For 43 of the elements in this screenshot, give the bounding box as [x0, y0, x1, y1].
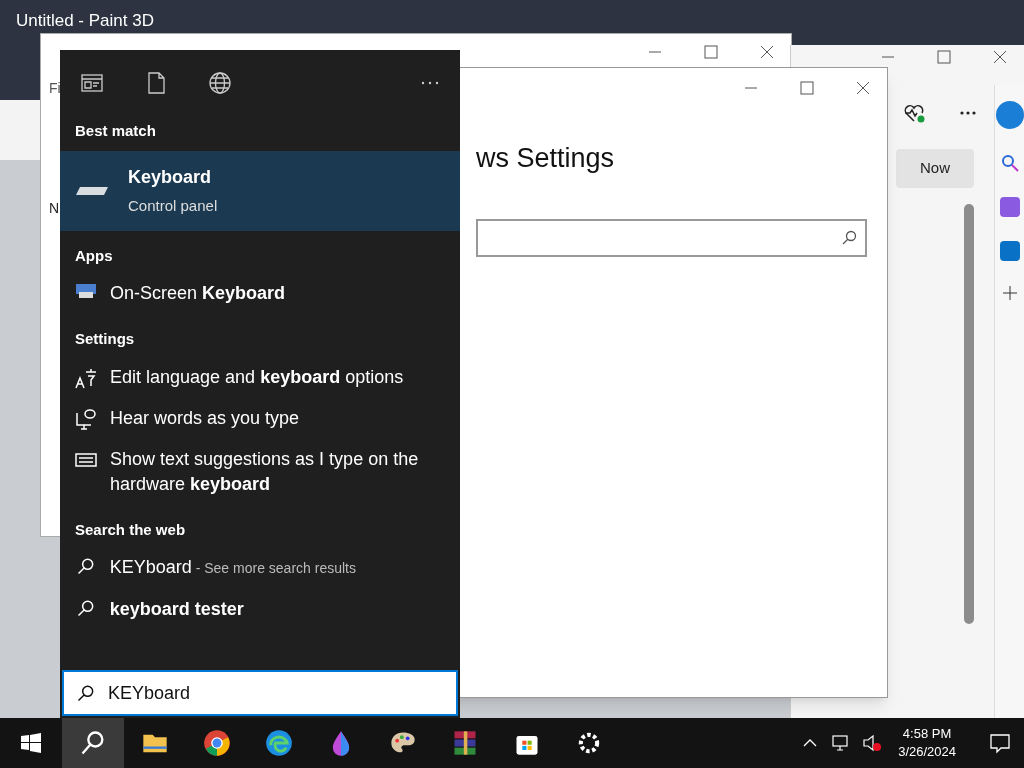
search-icon	[76, 683, 96, 703]
network-icon[interactable]	[830, 733, 851, 753]
close-icon[interactable]	[992, 49, 1008, 65]
section-header: Apps	[74, 245, 114, 266]
section-header: Settings	[74, 329, 136, 349]
taskbar-button[interactable]	[62, 718, 124, 768]
globe-icon[interactable]	[208, 71, 232, 95]
close-icon[interactable]	[855, 80, 871, 96]
browser-logo-icon[interactable]	[203, 729, 231, 757]
result-title: Keyboard	[128, 165, 213, 189]
close-icon[interactable]	[759, 44, 775, 60]
section-header: Best match	[74, 121, 157, 141]
wave-logo-icon[interactable]	[265, 729, 293, 757]
result-item[interactable]: Show text suggestions as I type on the hardware keyboard	[60, 438, 460, 505]
column-header: N	[49, 199, 60, 218]
page-heading: ws Settings	[476, 142, 616, 175]
section-header: Search the web	[74, 519, 187, 540]
menu-label: Fi	[49, 79, 61, 98]
search-icon	[75, 556, 96, 576]
notification-icon[interactable]	[988, 731, 1012, 755]
plus-icon[interactable]	[1001, 285, 1018, 301]
clock-date[interactable]: 3/26/2024	[898, 743, 956, 761]
scrollbar[interactable]	[964, 203, 974, 624]
search-icon	[75, 598, 96, 618]
window-icon[interactable]	[80, 71, 104, 95]
search-text: KEYboard	[108, 681, 191, 705]
search-field[interactable]	[476, 218, 867, 257]
search-field[interactable]: KEYboard	[62, 670, 458, 716]
monitor-speech-icon	[74, 406, 98, 431]
magnifier-icon[interactable]	[999, 153, 1020, 173]
result-item[interactable]: Hear words as you type	[60, 397, 460, 439]
now-button[interactable]: Now	[896, 149, 974, 188]
clock-time[interactable]: 4:58 PM	[902, 725, 952, 743]
windows-logo-icon[interactable]	[21, 733, 41, 753]
result-item[interactable]: On-Screen Keyboard	[60, 273, 460, 314]
search-icon	[841, 229, 857, 246]
result-item[interactable]: Edit language and keyboard options	[60, 356, 460, 398]
result-item[interactable]: KEYboard - See more search results	[60, 547, 460, 589]
best-match-item[interactable]: Keyboard Control panel	[60, 150, 460, 231]
speaker-muted-icon[interactable]	[862, 733, 883, 753]
result-item[interactable]: keyboard tester	[60, 589, 460, 630]
result-subtitle: Control panel	[128, 195, 218, 216]
window-title: Untitled - Paint 3D	[16, 10, 154, 32]
